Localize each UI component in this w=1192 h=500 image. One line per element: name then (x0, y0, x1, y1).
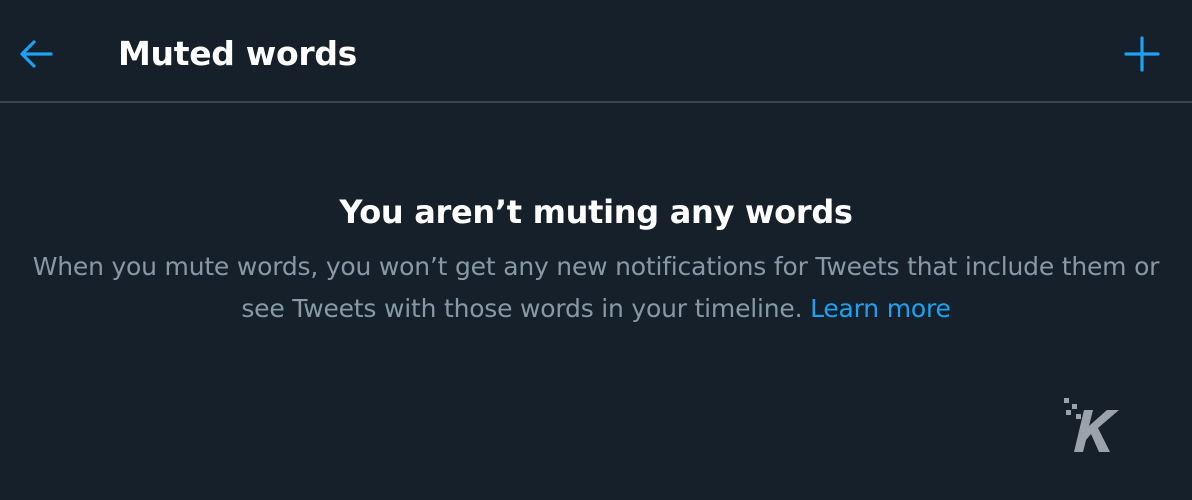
page-title: Muted words (118, 34, 357, 73)
empty-state-description: When you mute words, you won’t get any n… (21, 246, 1171, 330)
add-muted-word-button[interactable] (1118, 30, 1166, 78)
plus-icon (1124, 36, 1160, 72)
empty-state-description-text: When you mute words, you won’t get any n… (32, 252, 1160, 323)
back-button[interactable] (14, 32, 58, 76)
learn-more-link[interactable]: Learn more (810, 294, 951, 323)
knowtechie-logo-icon (1064, 398, 1119, 452)
empty-state-heading: You aren’t muting any words (339, 193, 853, 231)
header-bar: Muted words (0, 0, 1192, 103)
arrow-left-icon (20, 40, 53, 68)
empty-state: You aren’t muting any words When you mut… (0, 190, 1192, 330)
